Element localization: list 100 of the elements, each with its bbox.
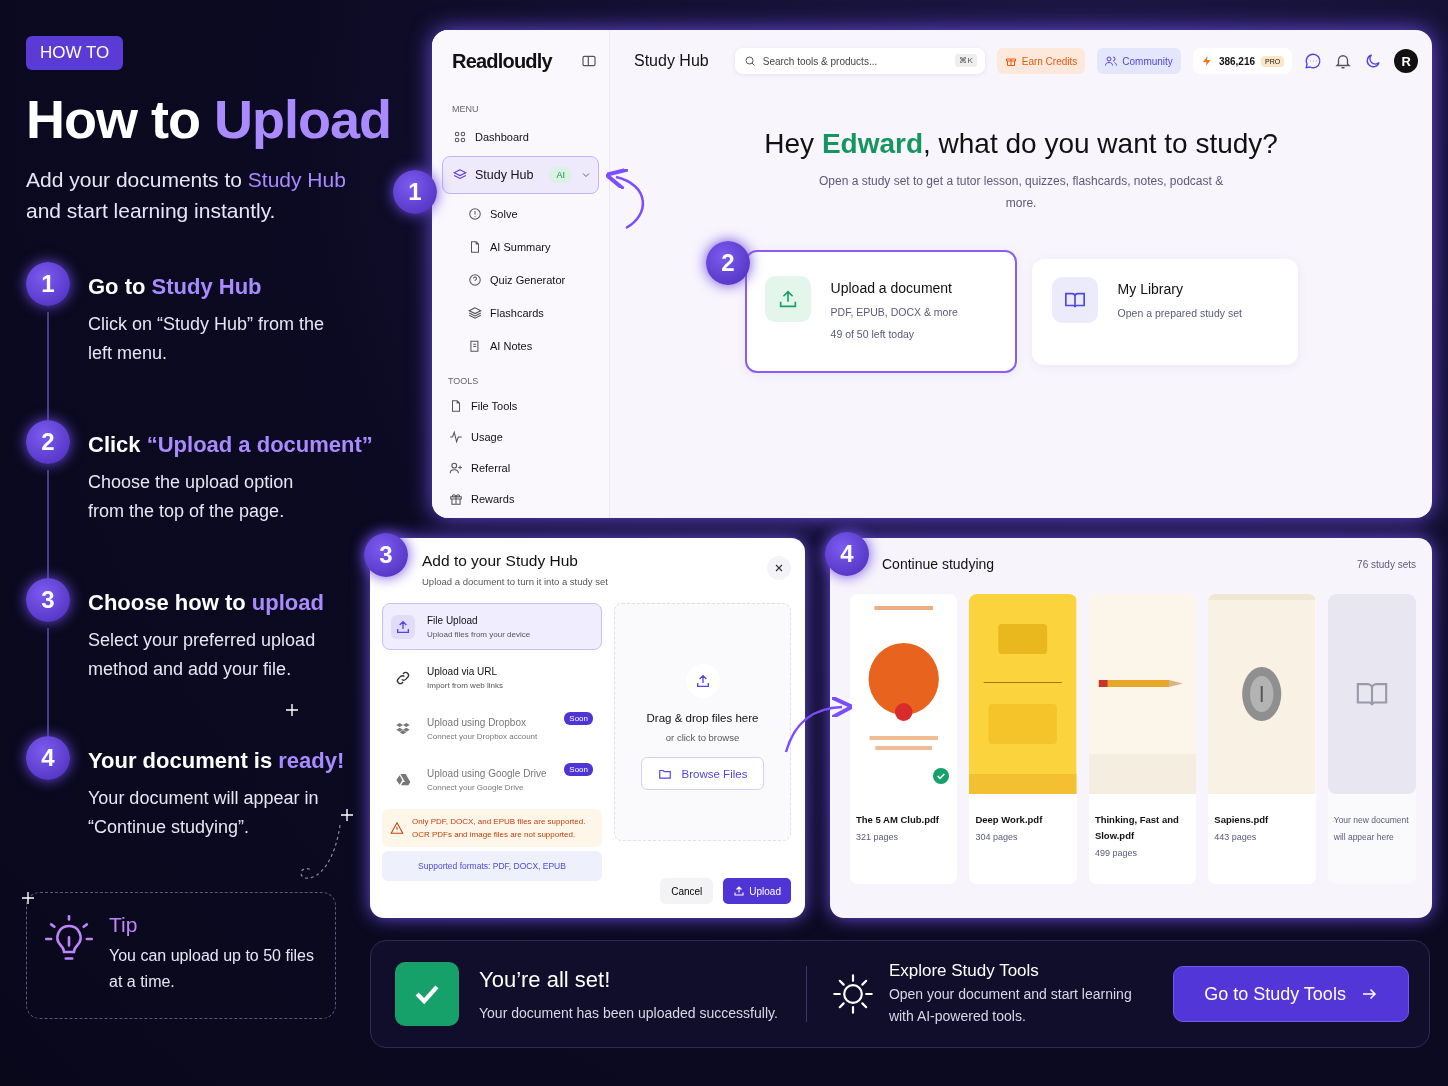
sidebar-item[interactable]: Rewards xyxy=(442,483,599,514)
book-card[interactable]: Thinking, Fast and Slow.pdf 499 pages xyxy=(1088,594,1197,884)
cancel-button[interactable]: Cancel xyxy=(660,878,714,904)
option-title: File Upload xyxy=(427,614,479,626)
option-description: Upload files from your device xyxy=(427,629,532,639)
credit-count: 386,216 xyxy=(1218,55,1256,67)
option-title: Upload using Google Drive xyxy=(427,767,548,779)
grid-icon xyxy=(453,129,467,144)
browse-files-button[interactable]: Browse Files xyxy=(640,757,765,790)
sidebar-subitem[interactable]: AI Summary xyxy=(442,230,599,263)
warning-text: Only PDF, DOCX, and EPUB files are supported. OCR PDFs and image files are not supported. xyxy=(412,816,587,841)
sidebar-subitem[interactable]: Quiz Generator xyxy=(442,263,599,296)
step-description: Select your preferred upload method and add your file. xyxy=(88,629,317,682)
option-title: Upload using Dropbox xyxy=(427,716,527,728)
sparkle-icon xyxy=(340,808,354,822)
tip-text: You can upload up to 50 files at a time. xyxy=(109,946,315,993)
page-count: 499 pages xyxy=(1094,848,1138,858)
placeholder-text: Your new document will appear here xyxy=(1333,814,1410,844)
dialog-subtitle: Upload a document to turn it into a study set xyxy=(422,576,608,587)
link-icon xyxy=(395,669,411,686)
upload-icon xyxy=(694,673,711,689)
search-icon xyxy=(743,55,756,67)
page-title: How to Upload xyxy=(26,88,392,151)
callout-number: 3 xyxy=(364,533,408,577)
sidebar-toggle-icon[interactable] xyxy=(581,53,597,69)
logo: Readloudly xyxy=(452,49,552,73)
step-number: 3 xyxy=(26,578,70,623)
step-number: 2 xyxy=(26,420,70,465)
sun-icon xyxy=(830,972,875,1016)
explore-title: Explore Study Tools xyxy=(888,961,1040,981)
upload-button[interactable]: Upload xyxy=(723,878,791,904)
upload-icon xyxy=(733,885,746,897)
sidebar-item[interactable]: Study Hub AI xyxy=(442,156,599,194)
sidebar-item[interactable]: Referral xyxy=(442,452,599,483)
lightning-icon xyxy=(1200,55,1213,67)
step-title: Go to Study Hub xyxy=(88,274,263,301)
sidebar-subitem[interactable]: Flashcards xyxy=(442,296,599,329)
drop-hint: or click to browse xyxy=(665,732,740,743)
sidebar-subitem[interactable]: Solve xyxy=(442,197,599,230)
file-name: Thinking, Fast and Slow.pdf xyxy=(1094,813,1180,843)
page-count: 321 pages xyxy=(856,832,900,842)
section-title: Continue studying xyxy=(882,556,995,572)
sidebar-item[interactable]: File Tools xyxy=(442,390,599,421)
bell-icon[interactable] xyxy=(1334,52,1353,70)
subtitle: Add your documents to Study Hub and start learning instantly. xyxy=(26,167,347,225)
file-name: Deep Work.pdf xyxy=(975,813,1044,827)
sidebar-subitem[interactable]: AI Notes xyxy=(442,329,599,362)
gift-icon xyxy=(449,491,463,506)
formats-note: Supported formats: PDF, DOCX, EPUB xyxy=(382,851,602,881)
avatar[interactable]: R xyxy=(1394,49,1419,73)
users-icon xyxy=(1105,55,1118,67)
how-to-badge: HOW TO xyxy=(26,36,124,70)
step-title: Your document is ready! xyxy=(88,748,345,775)
soon-badge: Soon xyxy=(564,763,593,776)
step-number: 4 xyxy=(26,736,70,781)
section-label: TOOLS xyxy=(448,376,480,386)
book-card[interactable]: Sapiens.pdf 443 pages xyxy=(1208,594,1316,884)
document-icon xyxy=(468,239,482,254)
card-text: 49 of 50 left today xyxy=(830,328,916,340)
layers-icon xyxy=(468,305,482,320)
card-text: PDF, EPUB, DOCX & more xyxy=(830,306,958,318)
gift-icon xyxy=(1004,55,1017,67)
community-button[interactable]: Community xyxy=(1097,48,1181,74)
drop-zone[interactable]: Drag & drop files here or click to browse Browse Files xyxy=(614,603,791,841)
option-description: Connect your Dropbox account xyxy=(427,731,539,741)
file-name: Sapiens.pdf xyxy=(1214,813,1270,827)
chat-icon[interactable] xyxy=(1304,52,1323,70)
upload-icon xyxy=(395,618,411,635)
notepad-icon xyxy=(468,338,482,353)
close-button[interactable] xyxy=(767,556,791,580)
action-card[interactable]: Upload a document PDF, EPUB, DOCX & more 49 of 50 left today xyxy=(744,250,1017,373)
tip-title: Tip xyxy=(109,913,139,938)
card-title: My Library xyxy=(1117,280,1184,297)
warning-icon xyxy=(390,821,404,835)
step-title: Click “Upload a document” xyxy=(88,432,373,459)
card-text: Open a prepared study set xyxy=(1117,306,1242,319)
action-card[interactable]: My Library Open a prepared study set xyxy=(1031,258,1298,365)
callout-number: 4 xyxy=(825,532,869,576)
study-set-count: 76 study sets xyxy=(1357,558,1416,570)
success-title: You’re all set! xyxy=(479,967,612,993)
sidebar-item[interactable]: Dashboard xyxy=(442,120,599,153)
drive-icon xyxy=(395,771,411,788)
pulse-icon xyxy=(449,429,463,444)
book-card[interactable]: Deep Work.pdf 304 pages xyxy=(969,594,1077,884)
page-count: 304 pages xyxy=(975,832,1019,842)
page-count: 443 pages xyxy=(1214,832,1258,842)
intro-text: Open a study set to get a tutor lesson, quizzes, flashcards, notes, podcast & more. xyxy=(817,173,1225,212)
soon-badge: Soon xyxy=(564,712,593,725)
sparkle-icon xyxy=(21,891,35,905)
dashed-curve xyxy=(300,824,341,879)
go-to-study-tools-button[interactable]: Go to Study Tools xyxy=(1173,966,1409,1022)
sidebar-item[interactable]: Usage xyxy=(442,421,599,452)
layers-icon xyxy=(453,168,467,182)
option-title: Upload via URL xyxy=(427,665,499,677)
upload-option[interactable]: File Upload Upload files from your device xyxy=(382,603,602,650)
upload-option[interactable]: Upload via URL Import from web links xyxy=(382,654,602,701)
step-description: Your document will appear in “Continue studying”. xyxy=(88,787,320,840)
curved-arrow xyxy=(784,695,854,753)
dialog-title: Add to your Study Hub xyxy=(422,552,579,570)
option-description: Connect your Google Drive xyxy=(427,782,525,792)
